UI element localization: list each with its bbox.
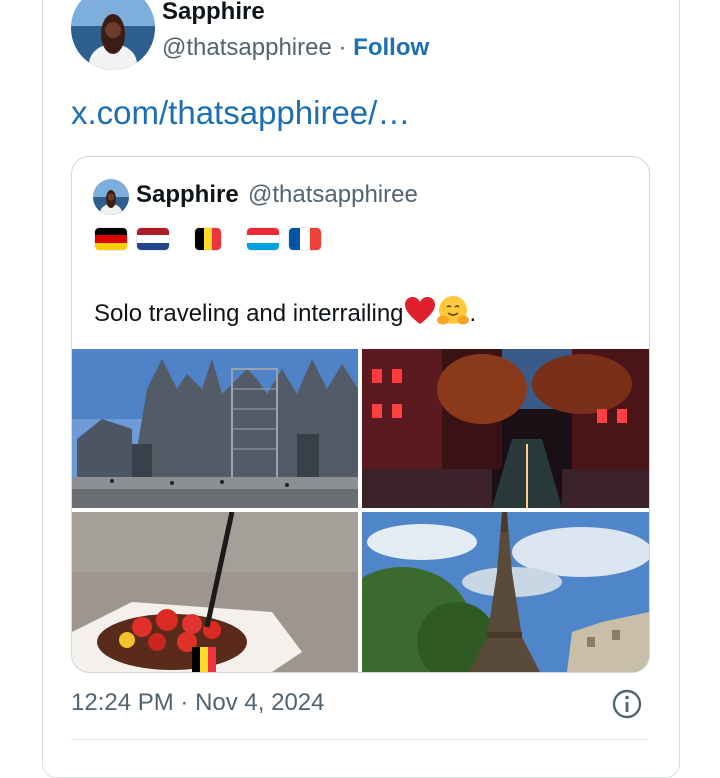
divider — [71, 739, 648, 740]
quoted-tweet[interactable]: Sapphire @thatsapphiree Solo traveling a… — [71, 156, 650, 673]
germany-flag-icon — [95, 228, 127, 250]
belgium-flag-icon — [195, 228, 221, 250]
quoted-author-name[interactable]: Sapphire — [136, 181, 239, 209]
photo-grid — [72, 349, 649, 672]
quoted-author-avatar[interactable] — [93, 179, 129, 215]
red-heart-icon — [404, 296, 436, 333]
chocolate-strawberry-waffle-photo[interactable] — [72, 512, 358, 672]
info-icon[interactable] — [611, 688, 643, 720]
handle-separator: · — [338, 34, 347, 61]
cologne-cathedral-photo[interactable] — [72, 349, 358, 508]
luxembourg-flag-icon — [247, 228, 279, 250]
eiffel-tower-photo[interactable] — [362, 512, 649, 672]
netherlands-flag-icon — [137, 228, 169, 250]
flag-row — [95, 228, 331, 250]
timestamp-time: 12:24 PM — [71, 689, 174, 716]
quoted-text: Solo traveling and interrailing. — [94, 295, 476, 334]
quoted-author-handle[interactable]: @thatsapphiree — [248, 181, 418, 209]
author-handle-row: @thatsapphiree · Follow — [162, 34, 429, 62]
author-handle[interactable]: @thatsapphiree — [162, 34, 332, 61]
follow-button[interactable]: Follow — [353, 34, 429, 61]
tweet-link[interactable]: x.com/thatsapphiree/… — [71, 94, 410, 132]
tweet-timestamp[interactable]: 12:24 PM · Nov 4, 2024 — [71, 689, 325, 717]
author-name[interactable]: Sapphire — [162, 0, 265, 26]
quoted-text-end: . — [469, 299, 477, 327]
france-flag-icon — [289, 228, 321, 250]
hugging-face-icon — [436, 295, 470, 334]
quoted-text-body: Solo traveling and interrailing — [94, 299, 404, 327]
red-canal-street-photo[interactable] — [362, 349, 649, 508]
timestamp-date: Nov 4, 2024 — [195, 689, 325, 716]
timestamp-separator: · — [180, 689, 189, 716]
